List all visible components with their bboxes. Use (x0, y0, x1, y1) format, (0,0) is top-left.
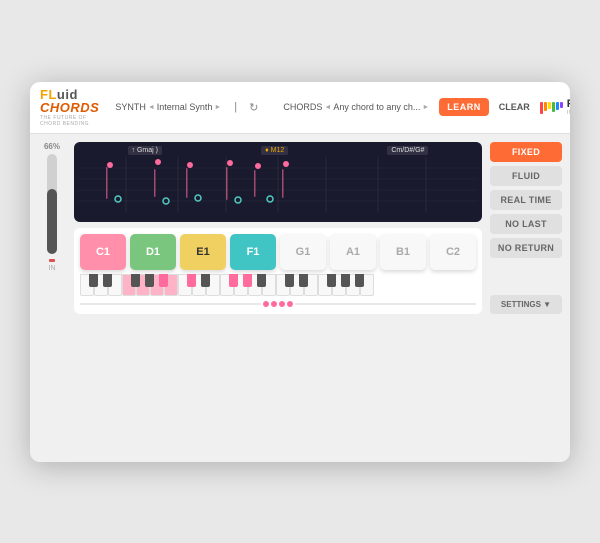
black-key-7[interactable] (229, 274, 238, 287)
synth-left-arrow: ◄ (148, 104, 155, 111)
pitch-bar-5 (560, 102, 563, 108)
chords-left-arrow: ◄ (324, 104, 331, 111)
piano-roll: ↑ Gmaj ) ♦ M12 Cm/D#/G# (74, 142, 482, 222)
settings-icon-btn[interactable]: | (231, 99, 240, 115)
black-key-3[interactable] (145, 274, 154, 287)
chord-key-E1[interactable]: E1 (180, 234, 226, 270)
accent-line-2 (295, 303, 476, 305)
chord-key-D1[interactable]: D1 (130, 234, 176, 270)
accent-dot-4 (287, 301, 293, 307)
pr-header: ↑ Gmaj ) ♦ M12 Cm/D#/G# (78, 146, 478, 155)
left-panel: 66% IN (38, 142, 66, 314)
synth-right-arrow: ► (214, 104, 221, 111)
keys-area: C1D1E1F1G1A1B1C2 (74, 228, 482, 314)
accent-dot-2 (271, 301, 277, 307)
mode-btn-real-time[interactable]: REAL TIME (490, 190, 562, 210)
accent-dot-3 (279, 301, 285, 307)
pr-svg (78, 157, 478, 212)
chord-key-F1[interactable]: F1 (230, 234, 276, 270)
refresh-icon-btn[interactable]: ↻ (246, 99, 261, 116)
synth-label: SYNTH (115, 102, 146, 112)
settings-button[interactable]: SETTINGS ▼ (490, 295, 562, 314)
right-panel: FIXED FLUID REAL TIME NO LAST NO RETURN SETTI… (490, 142, 562, 314)
black-key-14[interactable] (355, 274, 364, 287)
clear-button[interactable]: CLEAR (495, 98, 534, 116)
chord-keys-row: C1D1E1F1G1A1B1C2 (80, 234, 476, 270)
pitch-text: PITCH (567, 98, 570, 110)
logo-area: FLuid CHORDS THE FUTURE OF CHORD BENDING (40, 88, 99, 127)
logo-sub: THE FUTURE OF CHORD BENDING (40, 115, 99, 127)
pr-chord-m12: ♦ M12 (261, 146, 288, 155)
chords-right-arrow: ► (422, 104, 429, 111)
black-key-9[interactable] (257, 274, 266, 287)
learn-button[interactable]: LEARN (439, 98, 489, 116)
chords-label: CHORDS (283, 102, 322, 112)
pr-chord-gmaj: ↑ Gmaj ) (128, 146, 162, 155)
logo-title: FLuid CHORDS (40, 88, 99, 114)
synth-button[interactable]: SYNTH ◄ Internal Synth ► (111, 100, 225, 114)
black-key-8[interactable] (243, 274, 252, 287)
mode-btn-no-return[interactable]: NO RETURN (490, 238, 562, 258)
chord-key-C1[interactable]: C1 (80, 234, 126, 270)
accent-dot-1 (263, 301, 269, 307)
black-key-13[interactable] (341, 274, 350, 287)
accent-line (80, 303, 261, 305)
black-key-10[interactable] (285, 274, 294, 287)
piano-keyboard (80, 274, 476, 296)
chord-key-C2[interactable]: C2 (430, 234, 476, 270)
synth-value: Internal Synth (157, 102, 213, 112)
chords-button[interactable]: CHORDS ◄ Any chord to any ch... ► (279, 100, 433, 114)
vol-slider[interactable] (47, 154, 57, 254)
mode-btn-no-last[interactable]: NO LAST (490, 214, 562, 234)
accent-row (80, 300, 476, 308)
black-key-4[interactable] (159, 274, 168, 287)
black-key-2[interactable] (131, 274, 140, 287)
black-key-12[interactable] (327, 274, 336, 287)
app-window: FLuid CHORDS THE FUTURE OF CHORD BENDING… (30, 82, 570, 462)
pitch-logo: PITCH INNOVATIONS (540, 98, 570, 116)
mode-btn-fluid[interactable]: FLUID (490, 166, 562, 186)
black-key-5[interactable] (187, 274, 196, 287)
mode-btn-fixed[interactable]: FIXED (490, 142, 562, 162)
black-key-6[interactable] (201, 274, 210, 287)
chord-key-G1[interactable]: G1 (280, 234, 326, 270)
pitch-sub: INNOVATIONS (567, 110, 570, 116)
black-key-1[interactable] (103, 274, 112, 287)
chords-value: Any chord to any ch... (333, 102, 420, 112)
chord-key-B1[interactable]: B1 (380, 234, 426, 270)
in-label: IN (49, 265, 56, 272)
chord-key-A1[interactable]: A1 (330, 234, 376, 270)
main-content: 66% IN ↑ Gmaj ) ♦ M12 Cm/D#/G# (30, 134, 570, 322)
black-key-0[interactable] (89, 274, 98, 287)
pitch-bar-2 (548, 102, 551, 109)
pitch-bar-3 (552, 102, 555, 112)
black-key-11[interactable] (299, 274, 308, 287)
pitch-bars (540, 102, 563, 114)
logo-chords: CHORDS (40, 100, 99, 115)
pr-grid-container (78, 157, 478, 212)
pitch-bar-0 (540, 102, 543, 114)
pitch-bar-1 (544, 102, 547, 111)
header: FLuid CHORDS THE FUTURE OF CHORD BENDING… (30, 82, 570, 134)
vol-indicator (49, 259, 55, 262)
vol-slider-fill (47, 189, 57, 254)
center-panel: ↑ Gmaj ) ♦ M12 Cm/D#/G# (74, 142, 482, 314)
pitch-bar-4 (556, 102, 559, 110)
pr-chord-complex: Cm/D#/G# (387, 146, 428, 155)
vol-label: 66% (44, 142, 60, 151)
